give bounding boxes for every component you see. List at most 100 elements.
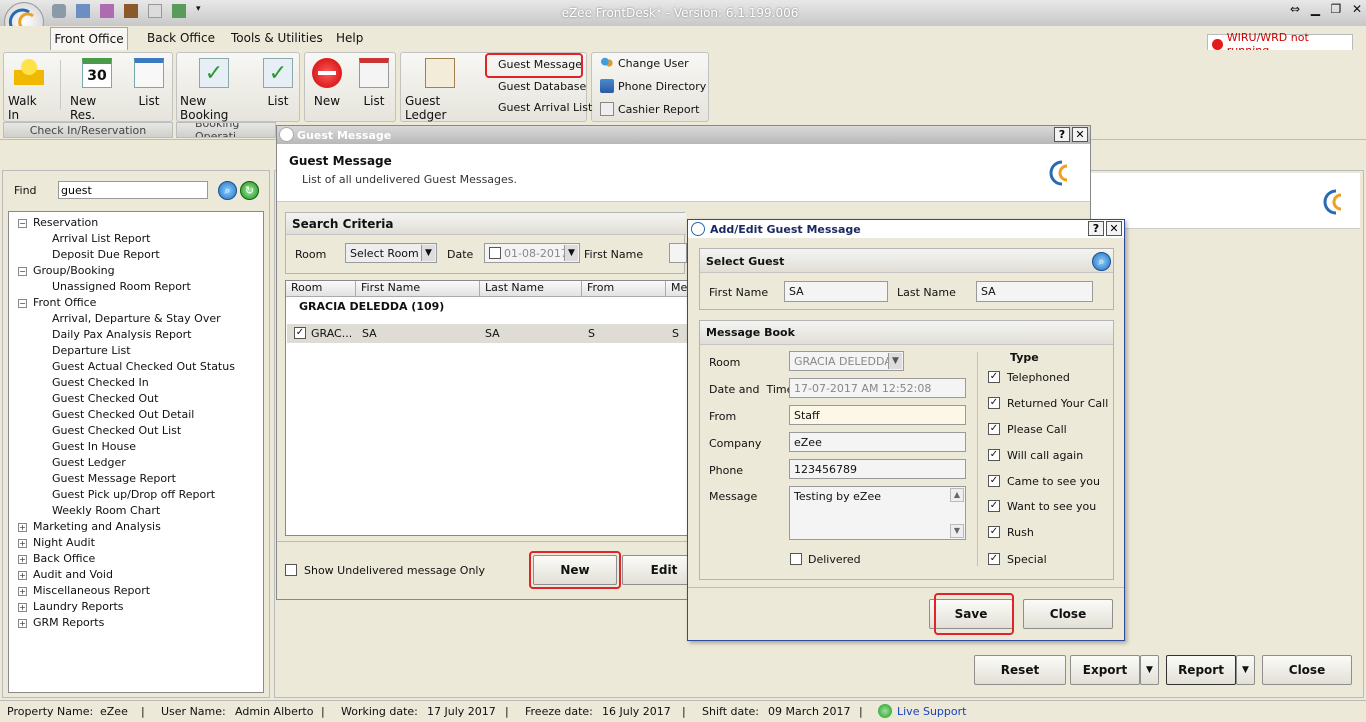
type-checkbox[interactable]: ✓ (988, 526, 1000, 538)
export-button[interactable]: Export (1070, 655, 1140, 685)
help-icon[interactable]: ? (1088, 221, 1104, 236)
mb-phone-field[interactable]: 123456789 (789, 459, 966, 479)
checkin-list-button[interactable]: List (131, 58, 167, 108)
tree-item[interactable]: Group/Booking (33, 264, 115, 277)
room-select[interactable]: Select Room ▼ (345, 243, 437, 263)
guest-first-name-field[interactable]: SA (784, 281, 888, 302)
guest-database-link[interactable]: Guest Database (498, 80, 586, 93)
mb-company-field[interactable]: eZee (789, 432, 966, 452)
col-last-name[interactable]: Last Name (480, 281, 582, 296)
tree-item[interactable]: Departure List (52, 344, 131, 357)
tree-toggle-icon[interactable]: + (18, 571, 27, 580)
tree-toggle-icon[interactable]: − (18, 219, 27, 228)
col-room[interactable]: Room (286, 281, 356, 296)
tree-toggle-icon[interactable]: + (18, 603, 27, 612)
tree-item[interactable]: Miscellaneous Report (33, 584, 150, 597)
type-checkbox[interactable]: ✓ (988, 371, 1000, 383)
minimize-icon[interactable]: ▁ (1311, 2, 1320, 18)
tree-toggle-icon[interactable]: + (18, 587, 27, 596)
book-icon[interactable] (124, 4, 138, 18)
tree-item[interactable]: Weekly Room Chart (52, 504, 160, 517)
tab-front-office[interactable]: Front Office (50, 27, 128, 50)
find-input[interactable] (58, 181, 208, 199)
cashier-report-link[interactable]: Cashier Report (600, 102, 699, 116)
mb-message-textarea[interactable]: Testing by eZee ▲ ▼ (789, 486, 966, 540)
tab-back-office[interactable]: Back Office (147, 31, 215, 45)
type-checkbox[interactable]: ✓ (988, 397, 1000, 409)
reset-button[interactable]: Reset (974, 655, 1066, 685)
tree-item[interactable]: Arrival List Report (52, 232, 150, 245)
tree-item[interactable]: Deposit Due Report (52, 248, 160, 261)
refresh-icon[interactable]: ↻ (240, 181, 259, 200)
scroll-up-icon[interactable]: ▲ (950, 488, 964, 502)
resize-icon[interactable]: ⇔ (1290, 2, 1300, 18)
change-user-link[interactable]: Change User (600, 56, 689, 70)
export-dropdown-button[interactable]: ▼ (1140, 655, 1159, 685)
walk-in-button[interactable]: Walk In (8, 58, 50, 122)
document-icon[interactable] (148, 4, 162, 18)
col-first-name[interactable]: First Name (356, 281, 480, 296)
report-button[interactable]: Report (1166, 655, 1236, 685)
booking-list-button[interactable]: ✓ List (260, 58, 296, 108)
chevron-down-icon[interactable]: ▾ (196, 4, 206, 18)
tree-item[interactable]: Unassigned Room Report (52, 280, 191, 293)
tree-toggle-icon[interactable]: − (18, 267, 27, 276)
table-row[interactable]: ✓ GRAC... SA SA S S (287, 324, 688, 343)
tree-item[interactable]: Daily Pax Analysis Report (52, 328, 192, 341)
first-name-search-input[interactable] (669, 243, 687, 263)
tree-item[interactable]: Guest Checked Out List (52, 424, 181, 437)
guest-arrival-list-link[interactable]: Guest Arrival List (498, 101, 592, 114)
tree-toggle-icon[interactable]: + (18, 523, 27, 532)
guest-search-icon[interactable]: ⌕ (1092, 252, 1111, 271)
tree-item[interactable]: Guest Checked Out (52, 392, 158, 405)
tree-item[interactable]: Guest Pick up/Drop off Report (52, 488, 215, 501)
report-dropdown-button[interactable]: ▼ (1236, 655, 1255, 685)
date-picker[interactable]: 01-08-2017 ▼ (484, 243, 580, 263)
phone-directory-link[interactable]: Phone Directory (600, 79, 706, 93)
type-checkbox[interactable]: ✓ (988, 500, 1000, 512)
restore-icon[interactable]: ❐ (1331, 2, 1342, 18)
tree-item[interactable]: Arrival, Departure & Stay Over (52, 312, 221, 325)
tree-item[interactable]: Guest Checked In (52, 376, 149, 389)
tree-item[interactable]: Guest Actual Checked Out Status (52, 360, 235, 373)
type-checkbox[interactable]: ✓ (988, 475, 1000, 487)
tab-help[interactable]: Help (336, 31, 363, 45)
type-checkbox[interactable]: ✓ (988, 553, 1000, 565)
main-close-button[interactable]: Close (1262, 655, 1352, 685)
new-booking-button[interactable]: ✓ New Booking (180, 58, 248, 122)
tree-item[interactable]: Night Audit (33, 536, 95, 549)
tree-item[interactable]: Marketing and Analysis (33, 520, 161, 533)
live-support-link[interactable]: Live Support (897, 705, 966, 718)
search-icon[interactable]: ⌕ (218, 181, 237, 200)
tree-item[interactable]: Laundry Reports (33, 600, 124, 613)
type-checkbox[interactable]: ✓ (988, 423, 1000, 435)
delivered-checkbox[interactable] (790, 553, 802, 565)
guest-ledger-button[interactable]: Guest Ledger (405, 58, 475, 122)
col-from[interactable]: From (582, 281, 666, 296)
tree-item[interactable]: Guest In House (52, 440, 136, 453)
misc-list-button[interactable]: List (356, 58, 392, 108)
col-message[interactable]: Me (666, 281, 688, 296)
tab-tools-utilities[interactable]: Tools & Utilities (231, 31, 323, 45)
row-checkbox[interactable]: ✓ (294, 327, 306, 339)
tree-item[interactable]: Front Office (33, 296, 96, 309)
close-icon[interactable]: ✕ (1072, 127, 1088, 142)
tree-toggle-icon[interactable]: + (18, 539, 27, 548)
tree-item[interactable]: Guest Message Report (52, 472, 176, 485)
date-enable-checkbox[interactable] (489, 247, 501, 259)
tree-toggle-icon[interactable]: + (18, 555, 27, 564)
monitor-icon[interactable] (76, 4, 90, 18)
calendar-check-icon[interactable] (172, 4, 186, 18)
tree-item[interactable]: Audit and Void (33, 568, 113, 581)
tree-item[interactable]: Guest Checked Out Detail (52, 408, 194, 421)
close-icon[interactable]: ✕ (1352, 2, 1362, 18)
guest-last-name-field[interactable]: SA (976, 281, 1093, 302)
mb-from-field[interactable]: Staff (789, 405, 966, 425)
help-icon[interactable]: ? (1054, 127, 1070, 142)
grid-group-row[interactable]: GRACIA DELEDDA (109) (299, 300, 444, 313)
new-res-button[interactable]: 30 New Res. (70, 58, 124, 122)
undelivered-checkbox[interactable] (285, 564, 297, 576)
tree-item[interactable]: Back Office (33, 552, 95, 565)
type-checkbox[interactable]: ✓ (988, 449, 1000, 461)
new-button[interactable]: New (309, 58, 345, 108)
